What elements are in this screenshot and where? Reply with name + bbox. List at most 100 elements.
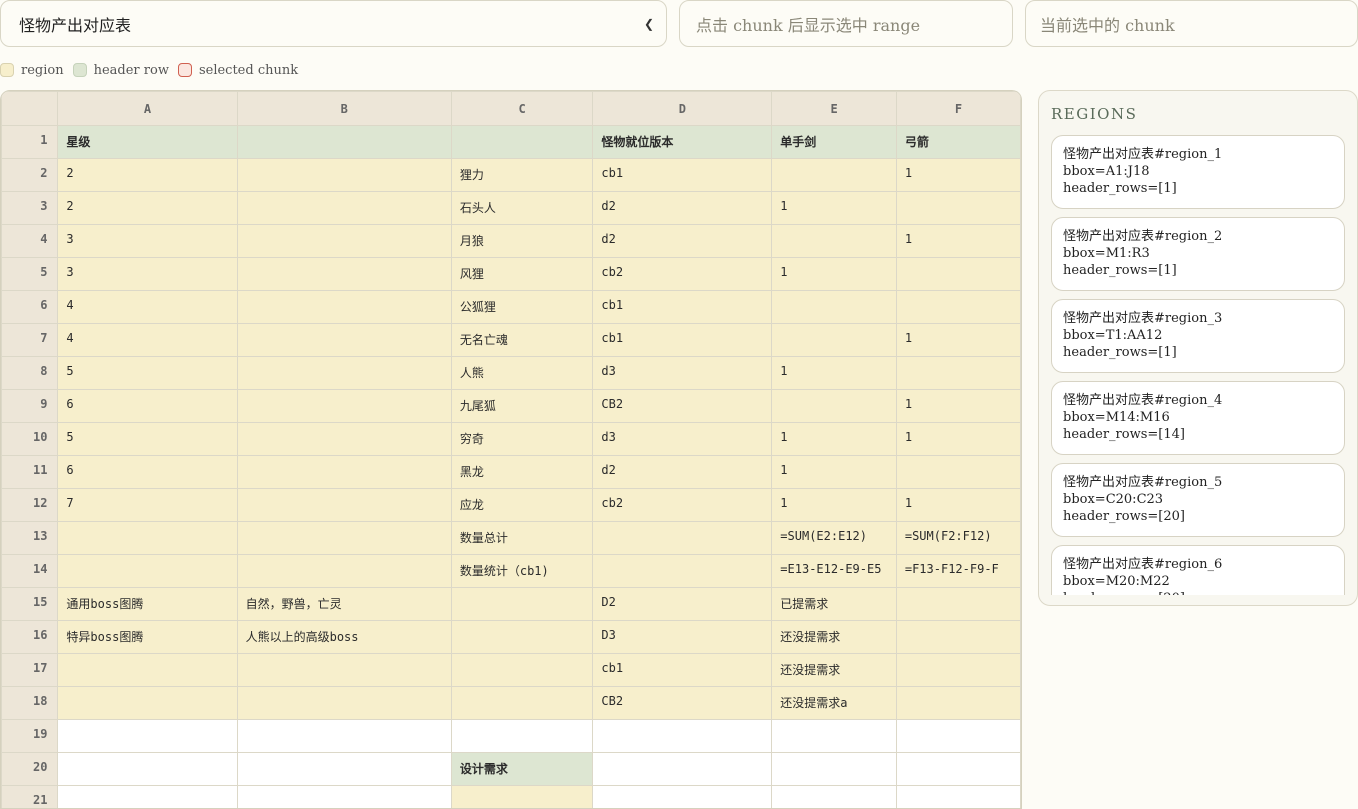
cell-e6[interactable] <box>771 290 897 324</box>
cell-d15[interactable]: D2 <box>592 587 773 621</box>
cell-a21[interactable] <box>57 785 238 808</box>
column-header-b[interactable]: B <box>236 91 452 126</box>
cell-a3[interactable]: 2 <box>57 191 238 225</box>
cell-f1[interactable]: 弓箭 <box>895 125 1021 159</box>
cell-d3[interactable]: d2 <box>592 191 773 225</box>
cell-e15[interactable]: 已提需求 <box>771 587 897 621</box>
cell-e13[interactable]: =SUM(E2:E12) <box>771 521 897 555</box>
cell-c5[interactable]: 风狸 <box>450 257 594 291</box>
row-header[interactable]: 16 <box>1 620 59 654</box>
spreadsheet-grid[interactable]: ABCDEF 1 星级 怪物就位版本 单手剑 弓箭 2 2 狸力 cb1 1 3 2 石头人 d2 1 4 3 月… <box>0 90 1022 809</box>
cell-c1[interactable] <box>450 125 594 159</box>
cell-b18[interactable] <box>236 686 452 720</box>
cell-e10[interactable]: 1 <box>771 422 897 456</box>
cell-f15[interactable] <box>895 587 1021 621</box>
cell-e21[interactable] <box>771 785 897 808</box>
cell-d12[interactable]: cb2 <box>592 488 773 522</box>
region-card[interactable]: 怪物产出对应表#region_3 bbox=T1:AA12 header_rows=… <box>1051 299 1345 373</box>
cell-c8[interactable]: 人熊 <box>450 356 594 390</box>
cell-b2[interactable] <box>236 158 452 192</box>
cell-d4[interactable]: d2 <box>592 224 773 258</box>
row-header[interactable]: 15 <box>1 587 59 621</box>
cell-e14[interactable]: =E13-E12-E9-E5 <box>771 554 897 588</box>
cell-e1[interactable]: 单手剑 <box>771 125 897 159</box>
cell-e8[interactable]: 1 <box>771 356 897 390</box>
cell-d2[interactable]: cb1 <box>592 158 773 192</box>
cell-d6[interactable]: cb1 <box>592 290 773 324</box>
cell-c10[interactable]: 穷奇 <box>450 422 594 456</box>
column-header-e[interactable]: E <box>771 91 897 126</box>
cell-d10[interactable]: d3 <box>592 422 773 456</box>
cell-a1[interactable]: 星级 <box>57 125 238 159</box>
cell-a2[interactable]: 2 <box>57 158 238 192</box>
cell-c7[interactable]: 无名亡魂 <box>450 323 594 357</box>
sheet-select[interactable]: 怪物产出对应表 ❮ <box>0 0 667 47</box>
row-header[interactable]: 6 <box>1 290 59 324</box>
cell-e16[interactable]: 还没提需求 <box>771 620 897 654</box>
cell-f6[interactable] <box>895 290 1021 324</box>
cell-f5[interactable] <box>895 257 1021 291</box>
cell-f18[interactable] <box>895 686 1021 720</box>
cell-a20[interactable] <box>57 752 238 786</box>
cell-e12[interactable]: 1 <box>771 488 897 522</box>
cell-a7[interactable]: 4 <box>57 323 238 357</box>
cell-b3[interactable] <box>236 191 452 225</box>
cell-b7[interactable] <box>236 323 452 357</box>
cell-b13[interactable] <box>236 521 452 555</box>
cell-c17[interactable] <box>450 653 594 687</box>
cell-b1[interactable] <box>236 125 452 159</box>
cell-e11[interactable]: 1 <box>771 455 897 489</box>
cell-c13[interactable]: 数量总计 <box>450 521 594 555</box>
cell-e4[interactable] <box>771 224 897 258</box>
cell-c4[interactable]: 月狼 <box>450 224 594 258</box>
cell-b5[interactable] <box>236 257 452 291</box>
cell-f21[interactable] <box>895 785 1021 808</box>
cell-b4[interactable] <box>236 224 452 258</box>
cell-e7[interactable] <box>771 323 897 357</box>
row-header[interactable]: 12 <box>1 488 59 522</box>
region-card[interactable]: 怪物产出对应表#region_4 bbox=M14:M16 header_rows=… <box>1051 381 1345 455</box>
cell-a11[interactable]: 6 <box>57 455 238 489</box>
cell-f13[interactable]: =SUM(F2:F12) <box>895 521 1021 555</box>
cell-f20[interactable] <box>895 752 1021 786</box>
region-card[interactable]: 怪物产出对应表#region_2 bbox=M1:R3 header_rows=[1… <box>1051 217 1345 291</box>
cell-b20[interactable] <box>236 752 452 786</box>
cell-d13[interactable] <box>592 521 773 555</box>
cell-a14[interactable] <box>57 554 238 588</box>
cell-f14[interactable]: =F13-F12-F9-F <box>895 554 1021 588</box>
cell-a13[interactable] <box>57 521 238 555</box>
column-header-d[interactable]: D <box>592 91 773 126</box>
cell-e3[interactable]: 1 <box>771 191 897 225</box>
row-header[interactable]: 4 <box>1 224 59 258</box>
row-header[interactable]: 11 <box>1 455 59 489</box>
cell-b16[interactable]: 人熊以上的高级boss <box>236 620 452 654</box>
row-header[interactable]: 2 <box>1 158 59 192</box>
cell-c2[interactable]: 狸力 <box>450 158 594 192</box>
cell-a12[interactable]: 7 <box>57 488 238 522</box>
cell-f4[interactable]: 1 <box>895 224 1021 258</box>
cell-e19[interactable] <box>771 719 897 753</box>
cell-a19[interactable] <box>57 719 238 753</box>
cell-a10[interactable]: 5 <box>57 422 238 456</box>
cell-a6[interactable]: 4 <box>57 290 238 324</box>
cell-e2[interactable] <box>771 158 897 192</box>
cell-d9[interactable]: CB2 <box>592 389 773 423</box>
cell-d20[interactable] <box>592 752 773 786</box>
cell-d16[interactable]: D3 <box>592 620 773 654</box>
cell-b6[interactable] <box>236 290 452 324</box>
cell-c14[interactable]: 数量统计（cb1) <box>450 554 594 588</box>
cell-d18[interactable]: CB2 <box>592 686 773 720</box>
cell-c3[interactable]: 石头人 <box>450 191 594 225</box>
cell-c19[interactable] <box>450 719 594 753</box>
cell-a9[interactable]: 6 <box>57 389 238 423</box>
cell-f2[interactable]: 1 <box>895 158 1021 192</box>
cell-a5[interactable]: 3 <box>57 257 238 291</box>
cell-c15[interactable] <box>450 587 594 621</box>
cell-d7[interactable]: cb1 <box>592 323 773 357</box>
row-header[interactable]: 17 <box>1 653 59 687</box>
cell-d14[interactable] <box>592 554 773 588</box>
cell-d8[interactable]: d3 <box>592 356 773 390</box>
cell-b11[interactable] <box>236 455 452 489</box>
cell-a16[interactable]: 特异boss图腾 <box>57 620 238 654</box>
cell-c18[interactable] <box>450 686 594 720</box>
